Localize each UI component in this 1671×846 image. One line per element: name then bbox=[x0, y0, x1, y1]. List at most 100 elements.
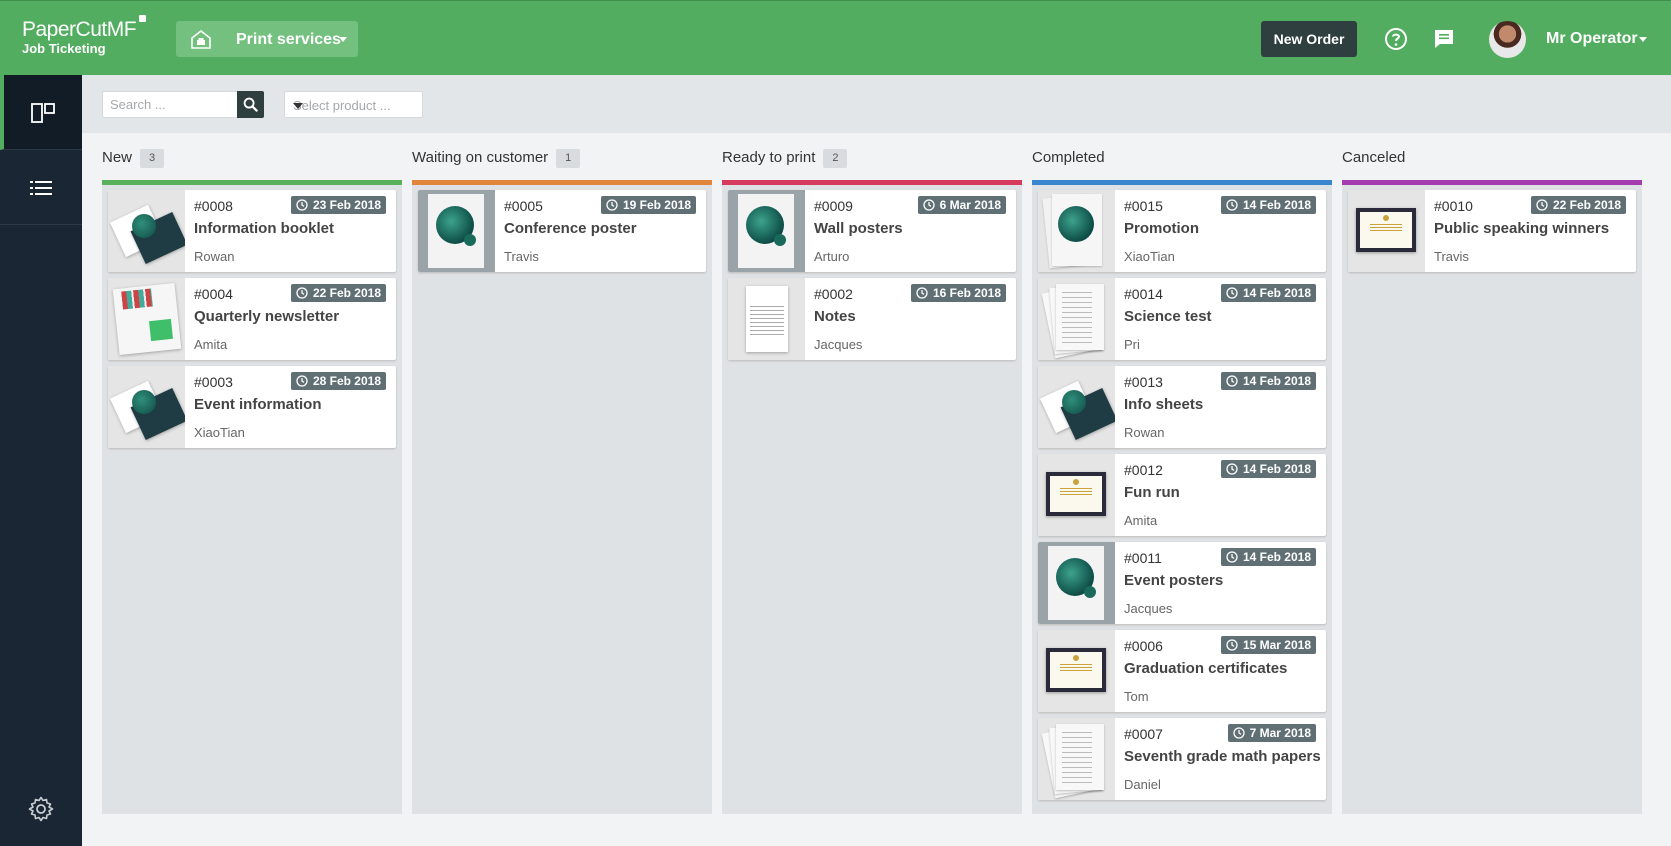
due-date-badge: 23 Feb 2018 bbox=[290, 196, 386, 214]
column: Waiting on customer 1 #0005 19 Feb 2018 Conf… bbox=[412, 133, 712, 814]
logo-subtitle: Job Ticketing bbox=[22, 41, 106, 56]
column-title: Completed bbox=[1032, 149, 1105, 166]
job-card[interactable]: #0011 14 Feb 2018 Event posters Jacques bbox=[1038, 542, 1326, 624]
search-input[interactable] bbox=[102, 91, 237, 118]
chevron-down-icon bbox=[293, 103, 303, 109]
column-header: New 3 bbox=[102, 149, 165, 171]
job-card[interactable]: #0005 19 Feb 2018 Conference poster Travis bbox=[418, 190, 706, 272]
user-menu-chevron-icon[interactable] bbox=[1639, 37, 1647, 42]
column: Canceled #0010 22 Feb 2018 Public speaking … bbox=[1342, 133, 1642, 814]
logo-text-main: PaperCut bbox=[22, 18, 107, 41]
column: New 3 #0008 23 Feb 2018 Information booklet R… bbox=[102, 133, 402, 814]
list-view-icon bbox=[30, 181, 52, 195]
column-body: #0005 19 Feb 2018 Conference poster Travis bbox=[412, 185, 712, 814]
top-header: PaperCutMF Job Ticketing Print services … bbox=[0, 0, 1671, 75]
column-count-badge: 2 bbox=[823, 149, 848, 168]
help-icon[interactable] bbox=[1384, 27, 1408, 51]
job-thumbnail bbox=[1038, 366, 1115, 448]
job-thumbnail bbox=[1038, 278, 1115, 360]
due-date-text: 19 Feb 2018 bbox=[622, 198, 691, 212]
job-title: Conference poster bbox=[504, 220, 637, 237]
job-card[interactable]: #0014 14 Feb 2018 Science test Pri bbox=[1038, 278, 1326, 360]
job-owner: Amita bbox=[1124, 513, 1158, 528]
column-count-badge: 3 bbox=[140, 149, 165, 168]
papercut-logo[interactable]: PaperCutMF Job Ticketing bbox=[22, 15, 147, 56]
job-card[interactable]: #0004 22 Feb 2018 Quarterly newsletter Amit… bbox=[108, 278, 396, 360]
job-number: #0010 bbox=[1434, 198, 1473, 214]
due-date-text: 14 Feb 2018 bbox=[1242, 550, 1311, 564]
clock-icon bbox=[1226, 551, 1238, 563]
column-title: Ready to print bbox=[722, 149, 816, 166]
job-card[interactable]: #0015 14 Feb 2018 Promotion XiaoTian bbox=[1038, 190, 1326, 272]
job-owner: XiaoTian bbox=[1124, 249, 1175, 264]
job-number: #0006 bbox=[1124, 638, 1163, 654]
job-owner: Pri bbox=[1124, 337, 1140, 352]
due-date-badge: 14 Feb 2018 bbox=[1220, 196, 1316, 214]
column-title: Waiting on customer bbox=[412, 149, 549, 166]
job-thumbnail bbox=[1038, 454, 1115, 536]
product-select[interactable]: Select product ... bbox=[284, 91, 423, 118]
column-count-badge: 1 bbox=[556, 149, 581, 168]
job-number: #0002 bbox=[814, 286, 853, 302]
due-date-text: 28 Feb 2018 bbox=[312, 374, 381, 388]
job-thumbnail bbox=[1038, 718, 1115, 800]
clock-icon bbox=[296, 199, 308, 211]
job-thumbnail bbox=[418, 190, 495, 272]
user-avatar[interactable] bbox=[1489, 21, 1526, 58]
job-card[interactable]: #0012 14 Feb 2018 Fun run Amita bbox=[1038, 454, 1326, 536]
clock-icon bbox=[1226, 639, 1238, 651]
job-card[interactable]: #0002 16 Feb 2018 Notes Jacques bbox=[728, 278, 1016, 360]
job-title: Graduation certificates bbox=[1124, 660, 1288, 677]
due-date-badge: 16 Feb 2018 bbox=[910, 284, 1006, 302]
search-button[interactable] bbox=[237, 91, 264, 118]
column: Ready to print 2 #0009 6 Mar 2018 Wall poste… bbox=[722, 133, 1022, 814]
chat-icon[interactable] bbox=[1432, 27, 1456, 51]
job-title: Event information bbox=[194, 396, 322, 413]
job-card[interactable]: #0007 7 Mar 2018 Seventh grade math papers… bbox=[1038, 718, 1326, 800]
board-view-icon bbox=[31, 103, 55, 123]
column-body: #0010 22 Feb 2018 Public speaking winners T… bbox=[1342, 185, 1642, 814]
job-card[interactable]: #0009 6 Mar 2018 Wall posters Arturo bbox=[728, 190, 1016, 272]
due-date-badge: 14 Feb 2018 bbox=[1220, 372, 1316, 390]
sidebar-item-list[interactable] bbox=[0, 150, 82, 225]
service-selector[interactable]: Print services bbox=[176, 21, 358, 57]
due-date-text: 14 Feb 2018 bbox=[1242, 198, 1311, 212]
due-date-text: 14 Feb 2018 bbox=[1242, 286, 1311, 300]
job-number: #0005 bbox=[504, 198, 543, 214]
job-card[interactable]: #0008 23 Feb 2018 Information booklet Rowan bbox=[108, 190, 396, 272]
job-number: #0012 bbox=[1124, 462, 1163, 478]
clock-icon bbox=[1226, 375, 1238, 387]
job-thumbnail bbox=[108, 278, 185, 360]
due-date-badge: 14 Feb 2018 bbox=[1220, 460, 1316, 478]
job-number: #0004 bbox=[194, 286, 233, 302]
job-title: Event posters bbox=[1124, 572, 1224, 589]
column-title: New bbox=[102, 149, 133, 166]
job-owner: Jacques bbox=[1124, 601, 1173, 616]
clock-icon bbox=[1226, 287, 1238, 299]
clock-icon bbox=[1226, 199, 1238, 211]
job-card[interactable]: #0010 22 Feb 2018 Public speaking winners T… bbox=[1348, 190, 1636, 272]
settings-gear-icon[interactable] bbox=[28, 796, 54, 822]
column-header: Completed bbox=[1032, 149, 1105, 171]
job-title: Seventh grade math papers bbox=[1124, 748, 1321, 765]
job-thumbnail bbox=[728, 278, 805, 360]
job-owner: Tom bbox=[1124, 689, 1149, 704]
job-owner: Travis bbox=[504, 249, 539, 264]
job-number: #0003 bbox=[194, 374, 233, 390]
job-title: Information booklet bbox=[194, 220, 334, 237]
new-order-button[interactable]: New Order bbox=[1261, 21, 1357, 57]
search-icon bbox=[243, 97, 258, 112]
job-number: #0014 bbox=[1124, 286, 1163, 302]
user-menu-name[interactable]: Mr Operator bbox=[1546, 30, 1638, 48]
job-card[interactable]: #0006 15 Mar 2018 Graduation certificates T… bbox=[1038, 630, 1326, 712]
job-title: Wall posters bbox=[814, 220, 903, 237]
sidebar bbox=[0, 75, 82, 846]
due-date-badge: 14 Feb 2018 bbox=[1220, 284, 1316, 302]
sidebar-item-board[interactable] bbox=[0, 75, 82, 150]
job-thumbnail bbox=[1348, 190, 1425, 272]
due-date-badge: 14 Feb 2018 bbox=[1220, 548, 1316, 566]
job-card[interactable]: #0003 28 Feb 2018 Event information XiaoTia… bbox=[108, 366, 396, 448]
job-title: Public speaking winners bbox=[1434, 220, 1610, 237]
job-number: #0013 bbox=[1124, 374, 1163, 390]
job-card[interactable]: #0013 14 Feb 2018 Info sheets Rowan bbox=[1038, 366, 1326, 448]
